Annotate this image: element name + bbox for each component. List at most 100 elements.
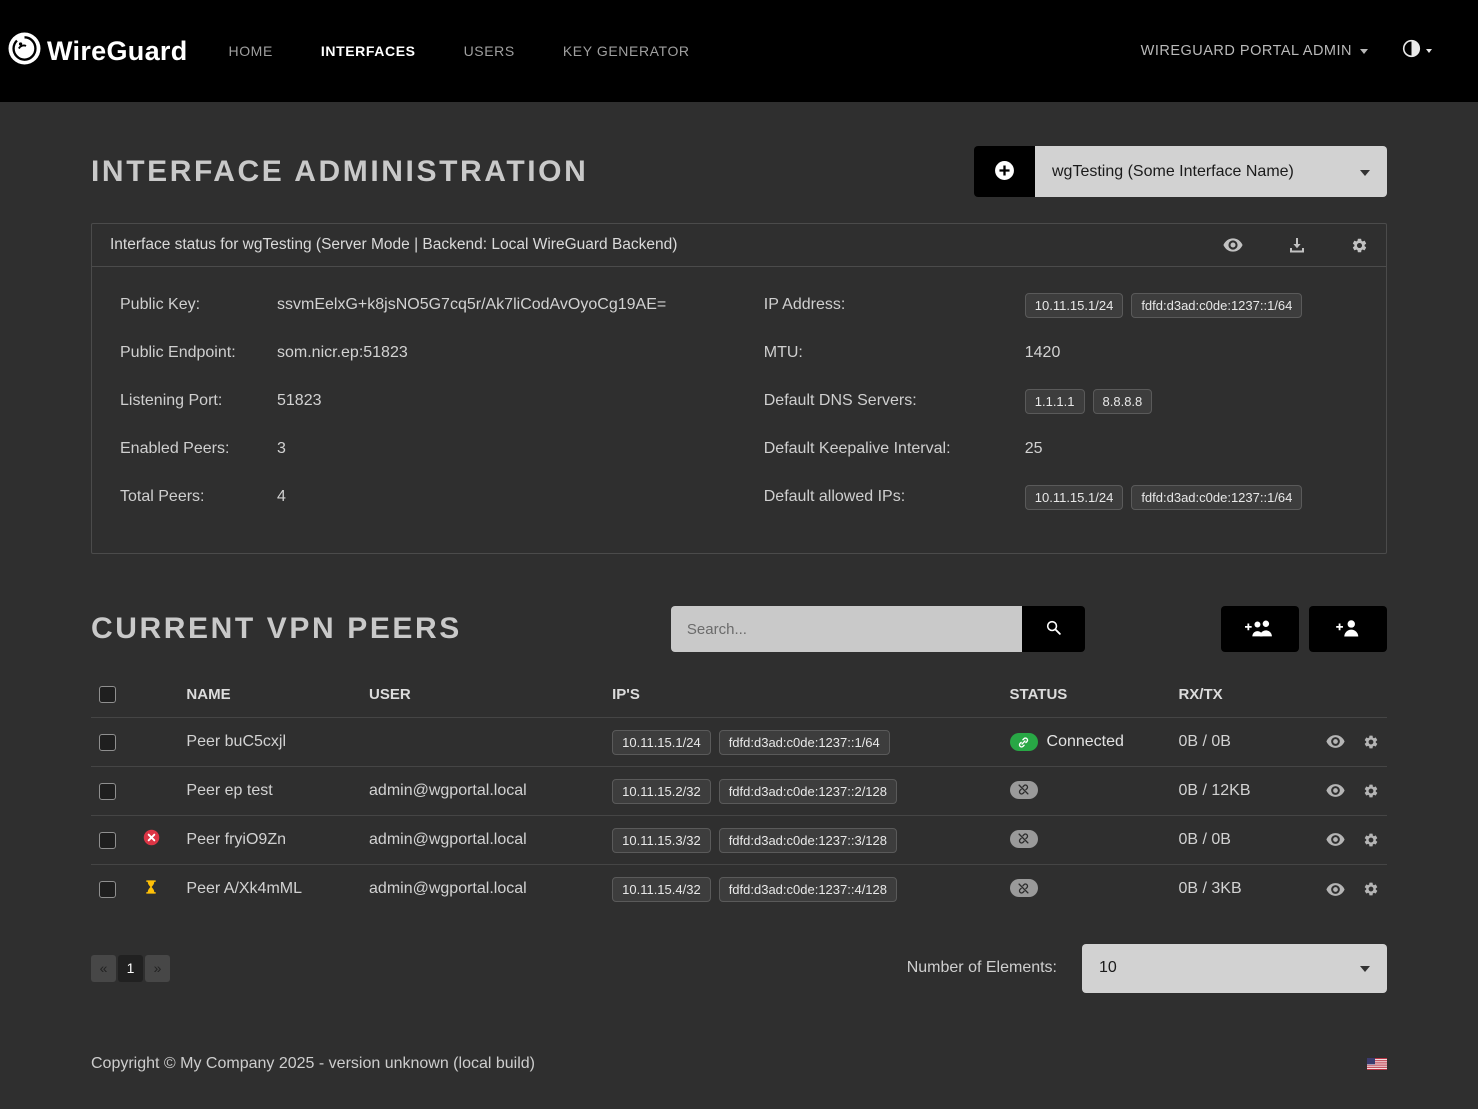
column-header-user: USER	[361, 676, 604, 718]
eye-icon[interactable]	[1326, 784, 1345, 797]
ip-badge: 10.11.15.1/24	[1025, 293, 1124, 318]
add-multiple-peers-button[interactable]	[1221, 606, 1299, 652]
interface-card-tools	[1223, 237, 1368, 254]
interface-card-title: Interface status for wgTesting (Server M…	[110, 236, 677, 254]
ip-badge: 10.11.15.4/32	[612, 877, 711, 902]
gear-icon[interactable]	[1363, 881, 1379, 897]
us-flag-icon[interactable]	[1367, 1058, 1387, 1070]
row-checkbox[interactable]	[99, 734, 116, 751]
field-label: IP Address:	[764, 296, 1025, 314]
peer-name: Peer A/Xk4mML	[178, 865, 361, 914]
peer-rxtx: 0B / 12KB	[1170, 767, 1303, 816]
nav-item-interfaces[interactable]: INTERFACES	[321, 43, 416, 59]
plus-circle-icon	[994, 160, 1015, 184]
listening-port-value: 51823	[277, 392, 322, 410]
peer-ip-badges: 10.11.15.3/32 fdfd:d3ad:c0de:1237::3/128	[612, 828, 897, 853]
interface-status-card: Interface status for wgTesting (Server M…	[91, 223, 1387, 554]
gear-icon[interactable]	[1363, 832, 1379, 848]
disconnected-link-slash-icon	[1010, 781, 1038, 799]
pagination-next[interactable]: »	[145, 955, 170, 982]
pagination-current-page[interactable]: 1	[118, 955, 143, 982]
table-row: Peer fryiO9Zn admin@wgportal.local 10.11…	[91, 816, 1387, 865]
add-users-icon	[1245, 619, 1275, 640]
peer-ip-badges: 10.11.15.4/32 fdfd:d3ad:c0de:1237::4/128	[612, 877, 897, 902]
dns-badges: 1.1.1.1 8.8.8.8	[1025, 389, 1153, 414]
peer-user: admin@wgportal.local	[361, 865, 604, 914]
table-row: Peer buC5cxjl 10.11.15.1/24 fdfd:d3ad:c0…	[91, 718, 1387, 767]
chevron-down-icon	[1426, 49, 1432, 53]
peers-header: CURRENT VPN PEERS	[91, 606, 1387, 652]
gear-icon[interactable]	[1363, 783, 1379, 799]
search-icon	[1045, 619, 1062, 639]
interface-card-body: Public Key:ssvmEelxG+k8jsNO5G7cq5r/Ak7li…	[92, 267, 1386, 553]
brand-name: WireGuard	[47, 36, 187, 67]
mtu-value: 1420	[1025, 344, 1061, 362]
page-footer: Copyright © My Company 2025 - version un…	[91, 1055, 1387, 1089]
select-all-checkbox[interactable]	[99, 686, 116, 703]
peers-section-title: CURRENT VPN PEERS	[91, 612, 462, 646]
user-menu[interactable]: WIREGUARD PORTAL ADMIN	[1141, 43, 1368, 59]
dns-badge: 8.8.8.8	[1093, 389, 1153, 414]
pagination-prev[interactable]: «	[91, 955, 116, 982]
navbar: WireGuard HOME INTERFACES USERS KEY GENE…	[0, 0, 1478, 102]
field-label: Default DNS Servers:	[764, 392, 1025, 410]
ip-badge: fdfd:d3ad:c0de:1237::1/64	[1131, 485, 1302, 510]
public-key-value: ssvmEelxG+k8jsNO5G7cq5r/Ak7liCodAvOyoCg1…	[277, 296, 666, 314]
add-interface-button[interactable]	[974, 146, 1035, 197]
ip-address-badges: 10.11.15.1/24 fdfd:d3ad:c0de:1237::1/64	[1025, 293, 1303, 318]
peer-rxtx: 0B / 0B	[1170, 816, 1303, 865]
connected-link-icon	[1010, 733, 1038, 751]
theme-toggle[interactable]	[1402, 39, 1432, 63]
field-label: Public Endpoint:	[120, 344, 277, 362]
add-peer-button[interactable]	[1309, 606, 1387, 652]
download-icon[interactable]	[1289, 237, 1305, 253]
search-group	[671, 606, 1085, 652]
page-size-label: Number of Elements:	[907, 959, 1057, 977]
status-label: Connected	[1047, 733, 1124, 751]
eye-icon[interactable]	[1326, 833, 1345, 846]
search-input[interactable]	[671, 606, 1022, 652]
row-checkbox[interactable]	[99, 832, 116, 849]
table-row: Peer ep test admin@wgportal.local 10.11.…	[91, 767, 1387, 816]
eye-icon[interactable]	[1326, 735, 1345, 748]
gear-icon[interactable]	[1363, 734, 1379, 750]
page-size-group: Number of Elements: 10	[907, 944, 1387, 993]
peer-user: admin@wgportal.local	[361, 767, 604, 816]
main-content: INTERFACE ADMINISTRATION wgTesting (Some…	[0, 146, 1478, 1089]
page-size-value: 10	[1099, 959, 1117, 977]
dns-badge: 1.1.1.1	[1025, 389, 1085, 414]
user-menu-label: WIREGUARD PORTAL ADMIN	[1141, 43, 1352, 59]
search-button[interactable]	[1022, 606, 1085, 652]
peer-ip-badges: 10.11.15.1/24 fdfd:d3ad:c0de:1237::1/64	[612, 730, 890, 755]
ip-badge: fdfd:d3ad:c0de:1237::1/64	[719, 730, 890, 755]
interface-select-value: wgTesting (Some Interface Name)	[1052, 163, 1294, 181]
interface-details-left: Public Key:ssvmEelxG+k8jsNO5G7cq5r/Ak7li…	[120, 281, 764, 521]
wireguard-logo-icon	[8, 32, 41, 70]
page-size-select[interactable]: 10	[1082, 944, 1387, 993]
nav-item-users[interactable]: USERS	[464, 43, 515, 59]
row-checkbox[interactable]	[99, 881, 116, 898]
table-header-row: NAME USER IP'S STATUS RX/TX	[91, 676, 1387, 718]
ip-badge: 10.11.15.1/24	[1025, 485, 1124, 510]
disconnected-link-slash-icon	[1010, 879, 1038, 897]
peer-ip-badges: 10.11.15.2/32 fdfd:d3ad:c0de:1237::2/128	[612, 779, 897, 804]
nav-item-home[interactable]: HOME	[228, 43, 272, 59]
gear-icon[interactable]	[1351, 237, 1368, 254]
theme-contrast-icon	[1402, 39, 1421, 63]
table-row: Peer A/Xk4mML admin@wgportal.local 10.11…	[91, 865, 1387, 914]
nav-links: HOME INTERFACES USERS KEY GENERATOR	[228, 43, 689, 59]
eye-icon[interactable]	[1223, 238, 1243, 252]
peer-name: Peer fryiO9Zn	[178, 816, 361, 865]
ip-badge: fdfd:d3ad:c0de:1237::2/128	[719, 779, 897, 804]
peer-disabled-icon	[143, 833, 160, 850]
row-checkbox[interactable]	[99, 783, 116, 800]
eye-icon[interactable]	[1326, 883, 1345, 896]
peers-table: NAME USER IP'S STATUS RX/TX Peer buC5cxj…	[91, 676, 1387, 914]
interface-select[interactable]: wgTesting (Some Interface Name)	[1035, 146, 1387, 197]
page-title: INTERFACE ADMINISTRATION	[91, 155, 588, 189]
navbar-right: WIREGUARD PORTAL ADMIN	[1141, 39, 1432, 63]
peer-rxtx: 0B / 3KB	[1170, 865, 1303, 914]
nav-item-key-generator[interactable]: KEY GENERATOR	[563, 43, 690, 59]
chevron-down-icon	[1360, 49, 1368, 54]
brand[interactable]: WireGuard	[8, 32, 187, 70]
